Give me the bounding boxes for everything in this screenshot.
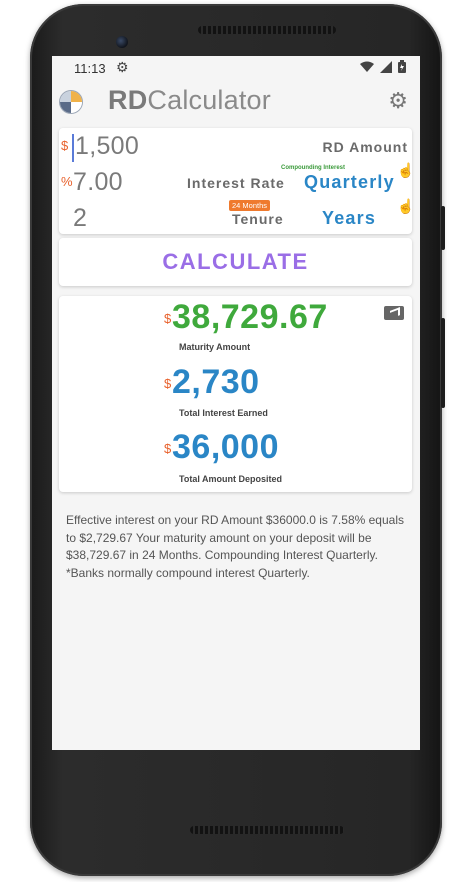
tenure-input[interactable]: 2 — [73, 204, 87, 233]
amount-input[interactable]: 1,500 — [75, 132, 139, 161]
total-interest-label: Total Interest Earned — [179, 408, 268, 418]
maturity-currency: $ — [164, 311, 172, 326]
text-cursor — [72, 134, 74, 162]
explanation-text: Effective interest on your RD Amount $36… — [66, 512, 410, 582]
rate-input[interactable]: 7.00 — [73, 168, 123, 197]
input-card: $ 1,500 RD Amount % 7.00 Interest Rate C… — [59, 128, 414, 234]
amount-label: RD Amount — [322, 139, 408, 155]
tenure-label: Tenure — [232, 211, 284, 227]
battery-icon — [398, 60, 406, 73]
tenure-unit-selector[interactable]: Years — [322, 208, 376, 229]
total-deposited-value: 36,000 — [172, 428, 279, 466]
app-title-bold: RD — [108, 85, 148, 115]
volume-button — [441, 318, 445, 408]
explanation-line: $38,729.67 in 24 Months. Compounding Int… — [66, 548, 378, 562]
rate-label: Interest Rate — [187, 175, 285, 191]
calculate-button[interactable]: CALCULATE — [59, 238, 412, 286]
results-card: $ 38,729.67 Maturity Amount $ 2,730 Tota… — [59, 296, 412, 492]
total-deposited-label: Total Amount Deposited — [179, 474, 282, 484]
status-time: 11:13 — [74, 61, 106, 76]
tap-hand-icon[interactable]: ☝ — [397, 162, 414, 179]
app-screen: 11:13 ⚙ RDCalculator ⚙ $ 1,500 RD Amount… — [52, 56, 420, 750]
share-icon[interactable] — [384, 306, 404, 320]
power-button — [441, 206, 445, 250]
app-logo-icon — [60, 91, 82, 113]
compounding-caption: Compounding Interest — [281, 165, 345, 171]
maturity-amount-value: 38,729.67 — [172, 298, 328, 336]
explanation-note: *Banks normally compound interest Quarte… — [66, 565, 310, 580]
settings-gear-icon[interactable]: ⚙ — [388, 88, 408, 114]
top-speaker — [198, 26, 336, 34]
wifi-icon — [360, 61, 374, 72]
bottom-speaker — [190, 826, 344, 834]
status-bar: 11:13 ⚙ — [52, 56, 420, 80]
settings-gear-icon: ⚙ — [116, 59, 129, 75]
total-interest-value: 2,730 — [172, 363, 260, 401]
compounding-selector[interactable]: Quarterly — [304, 172, 395, 193]
signal-icon — [380, 60, 392, 73]
explanation-line: Effective interest on your RD Amount $36… — [66, 513, 404, 527]
rate-percent: % — [61, 174, 73, 189]
deposited-currency: $ — [164, 441, 172, 456]
maturity-amount-label: Maturity Amount — [179, 342, 251, 352]
front-camera — [116, 36, 128, 48]
app-title-rest: Calculator — [147, 85, 271, 115]
interest-currency: $ — [164, 376, 172, 391]
tenure-months-badge: 24 Months — [229, 200, 271, 211]
status-icons — [360, 60, 406, 73]
tap-hand-icon[interactable]: ☝ — [397, 198, 414, 215]
app-bar: RDCalculator ⚙ — [52, 80, 420, 124]
amount-currency: $ — [61, 138, 69, 153]
calculate-label: CALCULATE — [162, 249, 309, 274]
explanation-line: to $2,729.67 Your maturity amount on you… — [66, 530, 372, 545]
app-title: RDCalculator — [108, 85, 271, 116]
